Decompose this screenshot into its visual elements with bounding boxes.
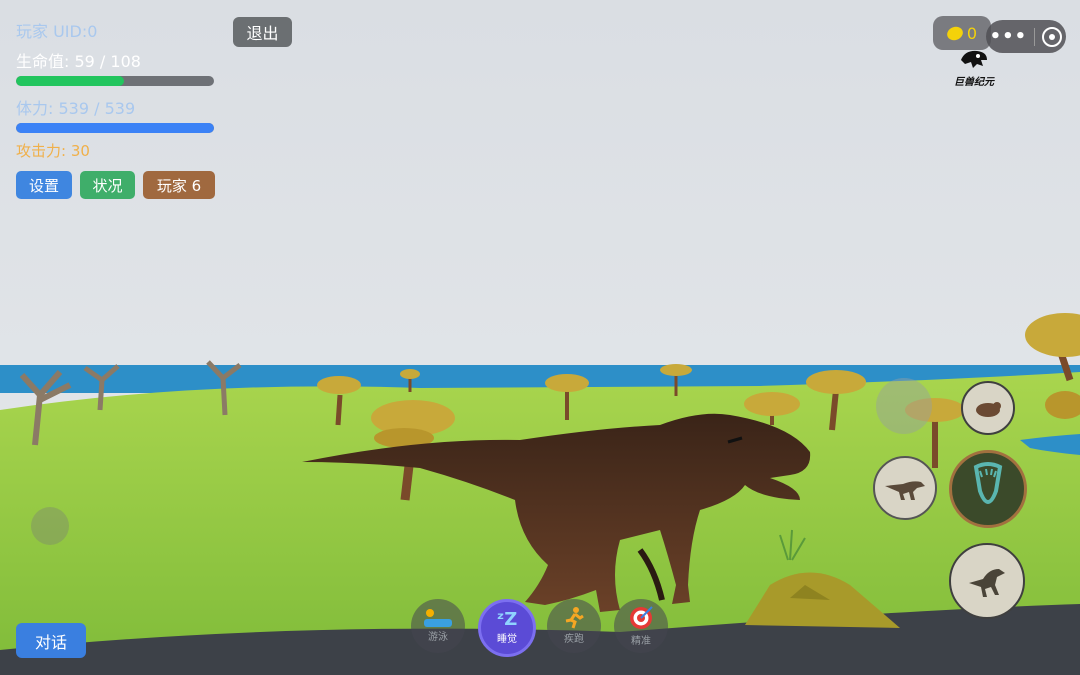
logo-text: 巨兽纪元 xyxy=(954,77,994,88)
skill-sleep-label: 睡觉 xyxy=(497,634,517,645)
skill-sprint[interactable]: 疾跑 xyxy=(547,599,601,653)
hp-text: 生命值: 59 / 108 xyxy=(16,52,141,71)
talk-button[interactable]: 对话 xyxy=(16,623,86,658)
view-toggle-button[interactable] xyxy=(876,378,932,434)
skill-swim[interactable]: 游泳 xyxy=(411,599,465,653)
attack-text: 攻击力: 30 xyxy=(16,142,90,160)
skill-sleep[interactable]: ᶻZ 睡觉 xyxy=(478,599,536,657)
skill-precision-label: 精准 xyxy=(631,636,651,647)
game-scene xyxy=(0,0,1080,675)
hp-bar-fill xyxy=(16,76,125,86)
exit-button[interactable]: 退出 xyxy=(233,17,292,47)
skill-sprint-label: 疾跑 xyxy=(564,634,584,645)
coin-icon xyxy=(945,24,965,42)
rest-icon xyxy=(976,402,1001,417)
stamina-text: 体力: 539 / 539 xyxy=(16,99,136,118)
sleep-icon: ᶻZ xyxy=(496,609,518,630)
dino-skull-logo-icon xyxy=(961,50,987,68)
dash-button[interactable] xyxy=(873,456,937,520)
status-button[interactable]: 状况 xyxy=(80,171,135,199)
rest-button[interactable] xyxy=(961,381,1015,435)
dash-dino-icon xyxy=(885,481,925,500)
stamina-bar xyxy=(16,123,214,133)
joystick-handle[interactable] xyxy=(31,507,69,545)
player-uid: 玩家 UID:0 xyxy=(16,22,98,41)
skill-precision[interactable]: 精准 xyxy=(614,599,668,653)
stamina-bar-fill xyxy=(16,123,214,133)
bite-button[interactable] xyxy=(949,450,1027,528)
swim-icon xyxy=(424,609,452,627)
settings-button[interactable]: 设置 xyxy=(16,171,72,199)
target-icon xyxy=(630,606,653,629)
jump-button[interactable] xyxy=(949,543,1025,619)
capsule-divider xyxy=(1034,27,1036,46)
hp-bar xyxy=(16,76,214,86)
close-target-icon[interactable] xyxy=(1042,26,1063,47)
coin-counter: 0 xyxy=(933,16,991,50)
coin-count: 0 xyxy=(966,23,978,43)
players-button[interactable]: 玩家 6 xyxy=(143,171,215,199)
sprint-icon xyxy=(565,607,584,629)
game-logo: 巨兽纪元 xyxy=(948,48,1000,88)
bite-jaw-icon xyxy=(973,462,1003,504)
skill-swim-label: 游泳 xyxy=(428,632,448,643)
jump-dino-icon xyxy=(969,569,1005,597)
more-icon[interactable]: ••• xyxy=(990,26,1028,47)
